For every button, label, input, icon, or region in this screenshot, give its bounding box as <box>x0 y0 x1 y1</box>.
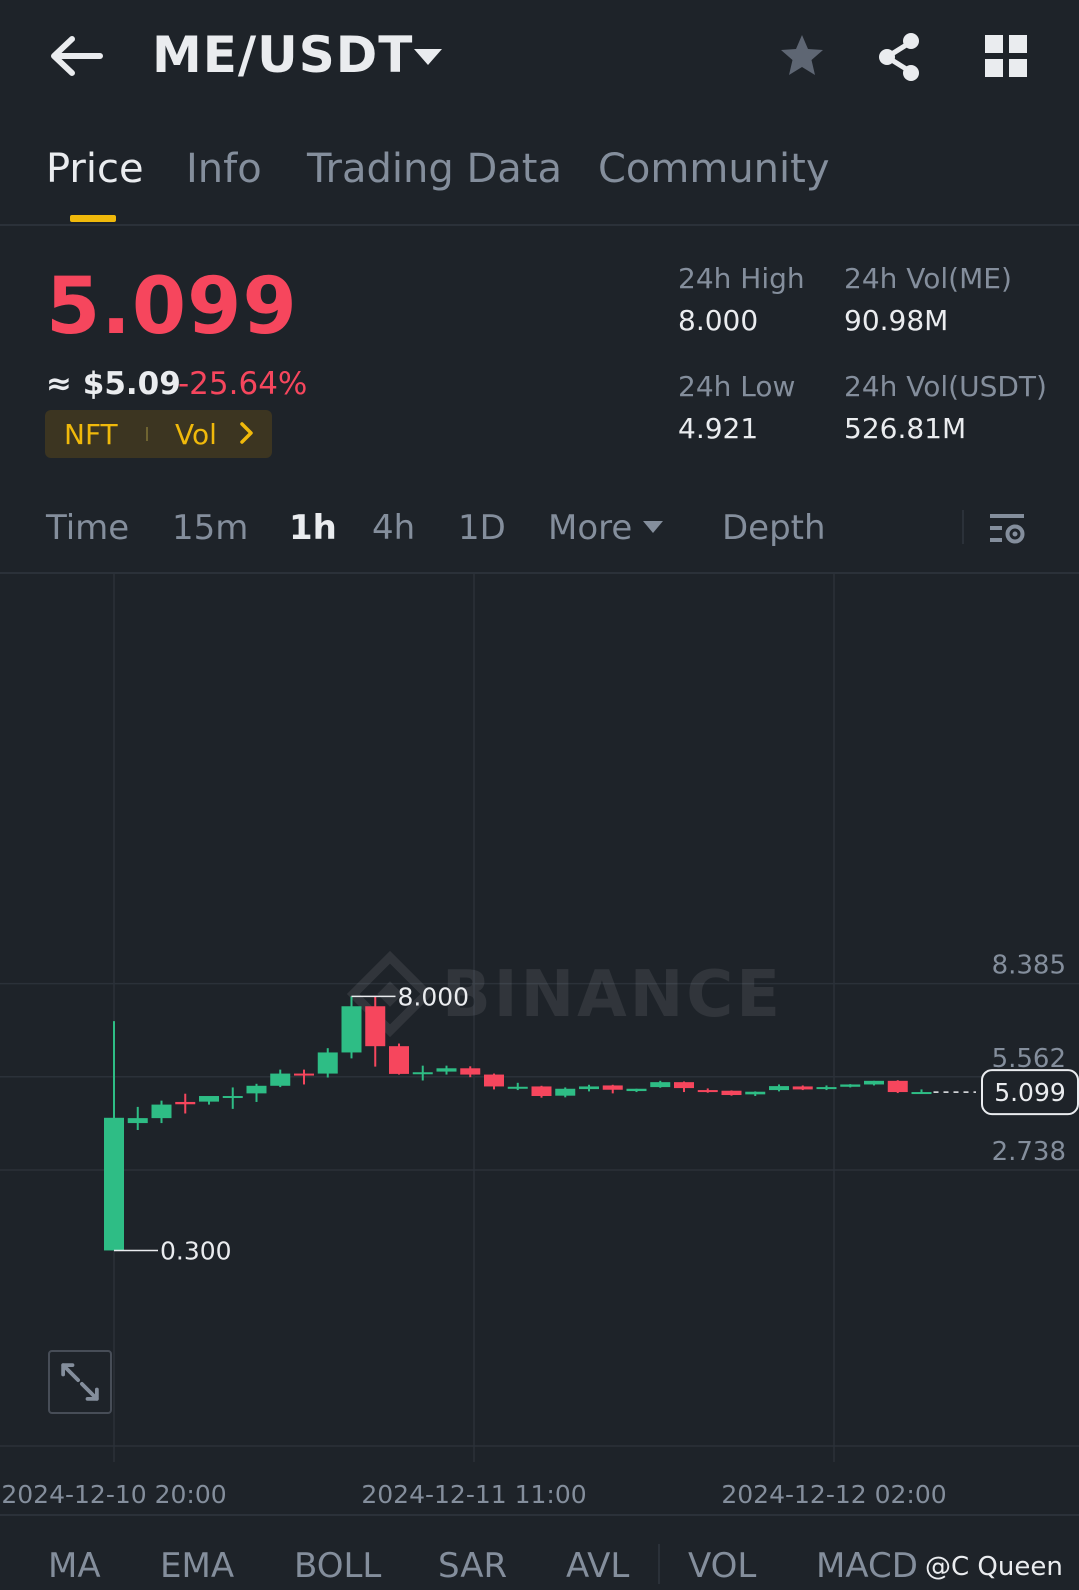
y-tick-label: 8.385 <box>992 951 1066 981</box>
chart-settings-icon[interactable] <box>988 508 1028 548</box>
candle-body <box>270 1073 291 1086</box>
candle-body <box>151 1104 172 1119</box>
interval-separator <box>962 510 964 544</box>
caret-down-icon[interactable] <box>412 46 444 68</box>
interval-1h[interactable]: 1h <box>289 508 337 548</box>
caret-down-icon[interactable] <box>642 520 664 534</box>
candle-body <box>579 1086 599 1090</box>
candle-body <box>769 1086 789 1091</box>
usd-price: ≈ $5.09 <box>46 366 181 402</box>
candle-body <box>864 1080 884 1085</box>
candle-body <box>602 1085 623 1090</box>
candle-body <box>127 1118 148 1124</box>
tab-price[interactable]: Price <box>46 146 144 192</box>
vol-me-label: 24h Vol(ME) <box>844 262 1012 295</box>
tag-nft[interactable]: NFT <box>64 418 118 451</box>
candle-body <box>412 1072 433 1075</box>
last-price-badge-text: 5.099 <box>994 1078 1066 1107</box>
back-arrow-icon[interactable] <box>48 34 104 78</box>
indicator-ema[interactable]: EMA <box>160 1546 234 1586</box>
candle-body <box>199 1096 219 1102</box>
vol-usdt-value: 526.81M <box>844 412 967 445</box>
watermark-text: BINANCE <box>442 958 783 1032</box>
interval-time[interactable]: Time <box>46 508 129 548</box>
tag-separator <box>146 427 148 441</box>
indicator-macd[interactable]: MACD <box>816 1546 918 1586</box>
high-24h-label: 24h High <box>678 262 805 295</box>
indicator-sar[interactable]: SAR <box>438 1546 507 1586</box>
y-tick-label: 2.738 <box>992 1137 1066 1167</box>
indicator-ma[interactable]: MA <box>48 1546 101 1586</box>
candle-body <box>246 1085 267 1094</box>
interval-15m[interactable]: 15m <box>172 508 248 548</box>
last-price: 5.099 <box>46 262 298 352</box>
candle-body <box>792 1086 813 1090</box>
candle-body <box>484 1074 504 1087</box>
star-icon[interactable] <box>778 32 826 80</box>
candle-body <box>840 1084 861 1087</box>
vol-usdt-label: 24h Vol(USDT) <box>844 370 1047 403</box>
low-24h-value: 4.921 <box>678 412 759 445</box>
candle-body <box>626 1088 647 1092</box>
candle-body <box>222 1096 243 1099</box>
bottom-divider <box>0 1514 1079 1516</box>
low-24h-label: 24h Low <box>678 370 796 403</box>
vol-me-value: 90.98M <box>844 304 949 337</box>
candle-body <box>104 1117 124 1251</box>
candle-body <box>507 1086 528 1089</box>
tag-vol[interactable]: Vol <box>175 418 217 451</box>
indicator-boll[interactable]: BOLL <box>294 1546 381 1586</box>
candlestick-chart[interactable]: BINANCE 8.3855.5622.7382024-12-10 20:00 2… <box>0 574 1079 1514</box>
candle-body <box>531 1086 552 1097</box>
expand-chart-icon[interactable] <box>48 1350 112 1414</box>
candle-body <box>674 1082 694 1089</box>
depth-tab[interactable]: Depth <box>722 508 826 548</box>
candle-body <box>175 1101 196 1105</box>
interval-4h[interactable]: 4h <box>372 508 415 548</box>
chevron-right-icon[interactable] <box>239 421 255 445</box>
indicator-avl[interactable]: AVL <box>566 1546 629 1586</box>
tab-info[interactable]: Info <box>186 146 262 192</box>
x-tick-label: 2024-12-12 02:00 <box>721 1480 946 1509</box>
tabs-divider <box>0 224 1079 226</box>
candle-body <box>745 1091 766 1095</box>
low-marker-label: 0.300 <box>160 1236 232 1265</box>
candle-body <box>816 1087 837 1090</box>
tab-community[interactable]: Community <box>598 146 830 192</box>
high-marker-label: 8.000 <box>398 982 470 1011</box>
grid-icon[interactable] <box>985 35 1027 77</box>
x-tick-label: 2024-12-11 11:00 <box>361 1480 586 1509</box>
tab-trading-data[interactable]: Trading Data <box>307 146 562 192</box>
candle-body <box>555 1088 576 1096</box>
interval-more[interactable]: More <box>548 508 632 548</box>
candle-body <box>697 1090 718 1093</box>
pair-title[interactable]: ME/USDT <box>152 26 413 84</box>
share-icon[interactable] <box>876 32 922 82</box>
x-tick-label: 2024-12-10 20:00 <box>1 1480 226 1509</box>
candle-body <box>650 1082 671 1088</box>
candle-body <box>389 1046 409 1074</box>
active-tab-indicator <box>70 215 116 222</box>
high-24h-value: 8.000 <box>678 304 759 337</box>
candle-body <box>721 1090 742 1096</box>
interval-1d[interactable]: 1D <box>458 508 506 548</box>
indicator-vol[interactable]: VOL <box>688 1546 756 1586</box>
indicator-separator <box>658 1544 660 1584</box>
candle-body <box>317 1052 338 1074</box>
candle-body <box>887 1080 908 1093</box>
candle-body <box>294 1073 314 1076</box>
change-percent: -25.64% <box>178 366 308 402</box>
candle-body <box>341 1006 362 1053</box>
credit-text: @C Queen <box>925 1552 1063 1582</box>
candle-body <box>911 1092 932 1095</box>
candle-body <box>365 1006 386 1047</box>
candle-body <box>436 1068 457 1072</box>
candle-body <box>460 1068 481 1075</box>
